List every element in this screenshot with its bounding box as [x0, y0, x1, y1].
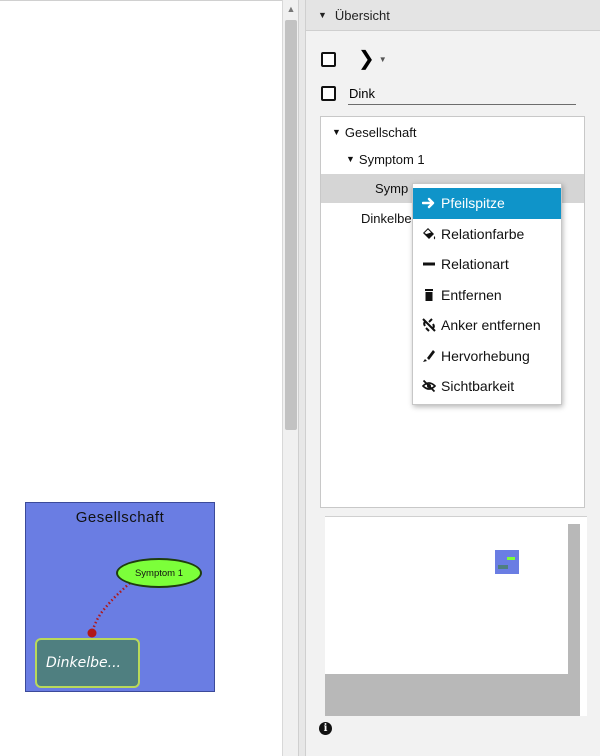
menu-item-label: Anker entfernen — [441, 317, 541, 334]
minimap-preview[interactable] — [325, 516, 587, 716]
info-icon[interactable]: i — [319, 722, 332, 735]
mindmap-canvas[interactable]: Gesellschaft Symptom 1 Dinkelbe... — [0, 0, 282, 756]
dropdown-caret-icon: ▼ — [378, 54, 387, 64]
root-topic-gesellschaft[interactable]: Gesellschaft Symptom 1 Dinkelbe... — [25, 502, 215, 692]
menu-item-relationart[interactable]: Relationart — [413, 249, 561, 280]
menu-item-anker-entfernen[interactable]: Anker entfernen — [413, 310, 561, 341]
panel-splitter[interactable] — [298, 0, 306, 756]
tree-item-label: Dinkelbe — [361, 210, 412, 226]
menu-item-label: Entfernen — [441, 286, 502, 303]
relation-context-menu: Pfeilspitze Relationfarbe Relationart En… — [412, 183, 562, 405]
highlighter-icon — [422, 349, 436, 363]
filter-checkbox[interactable] — [321, 86, 336, 101]
topic-symptom-1[interactable]: Symptom 1 — [116, 558, 202, 588]
minus-icon — [422, 257, 436, 271]
topic-dinkelbe[interactable]: Dinkelbe... — [35, 638, 140, 688]
tree-item-relation-selected[interactable]: Symp — [375, 175, 408, 201]
minimap-viewport-thumbnail[interactable] — [495, 550, 519, 574]
overview-header[interactable]: ▼ Übersicht — [306, 0, 600, 31]
menu-item-label: Pfeilspitze — [441, 195, 505, 212]
filter-input[interactable] — [348, 83, 576, 105]
tree-item-label: Gesellschaft — [344, 124, 417, 140]
menu-item-label: Sichtbarkeit — [441, 378, 515, 395]
collapse-triangle-icon[interactable]: ▼ — [318, 10, 327, 20]
relation-type-dropdown[interactable]: ❯ ▼ — [358, 49, 387, 69]
canvas-scrollbar[interactable]: ▲ — [282, 0, 298, 756]
minimap-margin-bottom — [325, 674, 580, 716]
tree-item-gesellschaft[interactable]: ▼ Gesellschaft — [332, 119, 416, 145]
unlink-icon — [422, 318, 436, 332]
menu-item-label: Relationart — [441, 256, 509, 273]
menu-item-hervorhebung[interactable]: Hervorhebung — [413, 341, 561, 372]
show-relations-checkbox[interactable] — [321, 52, 336, 67]
paint-bucket-icon — [422, 227, 436, 241]
menu-item-sichtbarkeit[interactable]: Sichtbarkeit — [413, 371, 561, 402]
eye-slash-icon — [422, 379, 436, 393]
menu-item-label: Hervorhebung — [441, 347, 530, 364]
menu-item-label: Relationfarbe — [441, 225, 525, 242]
menu-item-pfeilspitze[interactable]: Pfeilspitze — [413, 188, 561, 219]
menu-item-entfernen[interactable]: Entfernen — [413, 280, 561, 311]
scroll-thumb[interactable] — [285, 20, 297, 430]
expand-triangle-icon[interactable]: ▼ — [346, 154, 355, 164]
scroll-up-arrow-icon[interactable]: ▲ — [283, 0, 299, 18]
overview-title: Übersicht — [334, 7, 390, 23]
trash-icon — [422, 288, 436, 302]
chevron-right-icon: ❯ — [358, 48, 375, 70]
expand-triangle-icon[interactable]: ▼ — [332, 127, 341, 137]
tree-item-label: Symptom 1 — [358, 151, 425, 167]
tree-item-label: Symp — [375, 180, 409, 196]
minimap-margin-right — [568, 524, 580, 675]
tree-item-symptom-1[interactable]: ▼ Symptom 1 — [346, 146, 425, 172]
tree-item-dinkelbe[interactable]: Dinkelbe — [361, 205, 412, 231]
menu-item-relationfarbe[interactable]: Relationfarbe — [413, 219, 561, 250]
arrow-right-icon — [422, 196, 436, 210]
